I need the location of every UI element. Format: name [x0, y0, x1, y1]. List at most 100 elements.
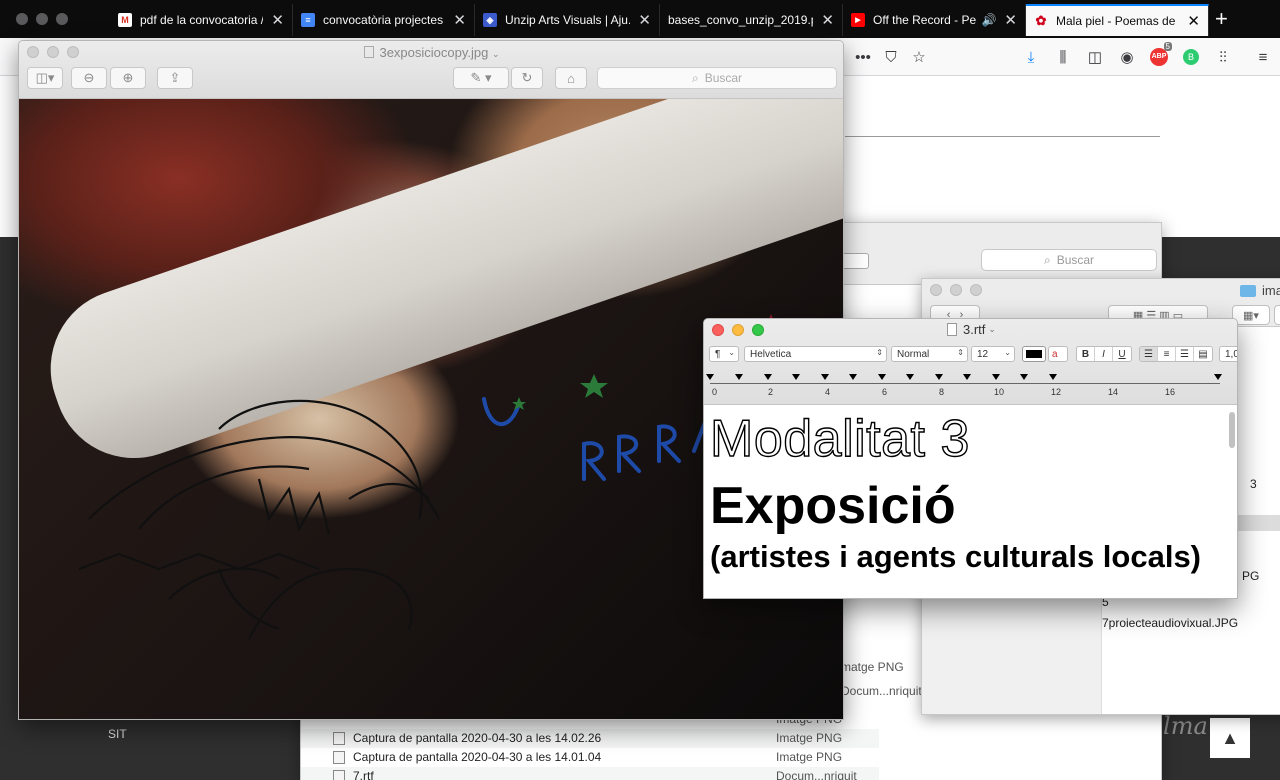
action-button[interactable]: ⚙ [1274, 305, 1280, 325]
close-tab-icon[interactable]: ✕ [271, 11, 284, 29]
page-divider [845, 136, 1160, 137]
file-name[interactable]: 3 [1250, 477, 1257, 491]
preview-title: 3exposiciocopy.jpg ⌄ [19, 45, 843, 60]
align-right-icon[interactable]: ☰ [1176, 347, 1194, 361]
close-tab-icon[interactable]: ✕ [638, 11, 651, 29]
speaker-icon[interactable]: 🔊 [981, 13, 996, 27]
preview-filename: 3exposiciocopy.jpg [379, 45, 489, 60]
tab-stop-marker[interactable] [706, 374, 714, 380]
tab-stop-marker[interactable] [821, 374, 829, 380]
file-kind: Imatge PNG [776, 731, 843, 745]
bookmark-star-icon[interactable]: ☆ [908, 46, 930, 68]
sidebar-icon[interactable]: ◫ [1084, 46, 1106, 68]
file-row[interactable]: 7.rtf Docum...nriquit [301, 767, 879, 780]
preview-search-field[interactable]: ⌕ Buscar [597, 67, 837, 89]
tab-unzip[interactable]: ◈ Unzip Arts Visuals | Aju... ✕ [475, 4, 660, 36]
tab-bases-pdf[interactable]: bases_convo_unzip_2019.pd... ✕ [660, 4, 843, 36]
minimize-window-button[interactable] [36, 13, 48, 25]
preview-titlebar: 3exposiciocopy.jpg ⌄ ◫▾ ⊖ ⊕ ⇪ ✎ ▾ ↻ ⌂ ⌕ … [19, 41, 843, 99]
highlight-color-button[interactable]: a [1048, 346, 1068, 362]
close-tab-icon[interactable]: ✕ [821, 11, 834, 29]
tab-gmail[interactable]: M pdf de la convocatoria / ... ✕ [110, 4, 293, 36]
close-window-button[interactable] [16, 13, 28, 25]
scroll-to-top-button[interactable]: ▲ [1210, 718, 1250, 758]
tab-stop-marker[interactable] [935, 374, 943, 380]
file-name: 7.rtf [353, 769, 374, 780]
zoom-window-button[interactable] [56, 13, 68, 25]
tab-stop-marker[interactable] [764, 374, 772, 380]
tab-title: Unzip Arts Visuals | Aju... [505, 13, 631, 27]
downloads-icon[interactable]: ⤓ [1020, 46, 1042, 68]
document-heading-outline: Modalitat 3 [709, 409, 970, 468]
document-file-icon [333, 770, 345, 780]
tab-youtube[interactable]: ▶ Off the Record - Pe... 🔊 ✕ [843, 4, 1026, 36]
textedit-title: 3.rtf ⌄ [704, 322, 1237, 337]
file-name[interactable]: 7proiecteaudiovixual.JPG [1102, 616, 1238, 630]
file-name[interactable]: PG [1242, 569, 1259, 583]
tab-stop-marker[interactable] [963, 374, 971, 380]
ruler[interactable]: 0 2 4 6 8 10 12 14 16 [704, 369, 1237, 403]
extensions-toolbar-icon[interactable]: ⫶⫶ [1212, 46, 1234, 68]
text-color-swatch[interactable] [1022, 346, 1046, 362]
right-margin-marker[interactable] [1214, 374, 1222, 380]
hamburger-menu-icon[interactable]: ≡ [1252, 46, 1274, 68]
paragraph-style-value: ¶ [715, 348, 721, 360]
rotate-button[interactable]: ↻ [511, 67, 543, 89]
account-icon[interactable]: ◉ [1116, 46, 1138, 68]
tab-title: convocatòria projectes ... [323, 13, 446, 27]
font-size-field[interactable]: 12 ⌄ [971, 346, 1015, 362]
more-actions-icon[interactable]: ••• [852, 46, 874, 68]
justify-icon[interactable]: ▤ [1194, 347, 1212, 361]
zoom-out-button[interactable]: ⊖ [71, 67, 107, 89]
tab-mala-piel[interactable]: ✿ Mala piel - Poemas de C... ✕ [1026, 4, 1209, 36]
adblock-icon[interactable]: ABP 5 [1148, 42, 1172, 68]
zoom-in-button[interactable]: ⊕ [110, 67, 146, 89]
new-tab-button[interactable]: + [1215, 6, 1228, 32]
paragraph-style-select[interactable]: ¶ ⌄ [709, 346, 739, 362]
document-name: 3.rtf [963, 322, 986, 337]
tab-docs[interactable]: ≡ convocatòria projectes ... ✕ [293, 4, 475, 36]
font-family-select[interactable]: Helvetica ⇕ [744, 346, 887, 362]
file-row[interactable]: Captura de pantalla 2020-04-30 a les 14.… [301, 748, 879, 767]
markup-pen-button[interactable]: ✎ ▾ [453, 67, 509, 89]
tab-stop-marker[interactable] [735, 374, 743, 380]
ruler-label: 2 [768, 387, 774, 397]
chevron-down-icon: ⌄ [728, 348, 735, 357]
finder-back-search-field[interactable]: ⌕ Buscar [981, 249, 1157, 271]
zoom-window-button[interactable] [970, 284, 982, 296]
tab-stop-marker[interactable] [992, 374, 1000, 380]
file-name: Captura de pantalla 2020-04-30 a les 14.… [353, 731, 602, 745]
font-style-select[interactable]: Normal ⇕ [891, 346, 968, 362]
extension-icon[interactable]: B [1180, 46, 1202, 68]
align-left-icon[interactable]: ☰ [1140, 347, 1158, 361]
tab-stop-marker[interactable] [792, 374, 800, 380]
tab-stop-marker[interactable] [849, 374, 857, 380]
chevron-down-icon[interactable]: ⌄ [492, 49, 500, 59]
line-spacing-select[interactable]: 1,0 [1219, 346, 1237, 362]
document-text-area[interactable]: Modalitat 3 Exposició (artistes i agents… [704, 406, 1226, 598]
tab-stop-marker[interactable] [1020, 374, 1028, 380]
tag-icon[interactable] [841, 253, 869, 269]
minimize-window-button[interactable] [950, 284, 962, 296]
close-window-button[interactable] [930, 284, 942, 296]
align-center-icon[interactable]: ≡ [1158, 347, 1176, 361]
tab-stop-marker[interactable] [878, 374, 886, 380]
chevron-down-icon[interactable]: ⌄ [988, 324, 996, 335]
file-row[interactable]: Captura de pantalla 2020-04-30 a les 14.… [301, 729, 879, 748]
pocket-icon[interactable]: ⛉ [880, 46, 902, 68]
share-button[interactable]: ⇪ [157, 67, 193, 89]
sidebar-toggle-button[interactable]: ◫▾ [27, 67, 63, 89]
ruler-label: 0 [712, 387, 718, 397]
library-icon[interactable]: ⫼ [1052, 46, 1074, 68]
close-tab-icon[interactable]: ✕ [1004, 11, 1017, 29]
italic-button[interactable]: I [1095, 347, 1113, 361]
close-tab-icon[interactable]: ✕ [1187, 12, 1200, 30]
bold-button[interactable]: B [1077, 347, 1095, 361]
vertical-scrollbar[interactable] [1229, 412, 1235, 448]
underline-button[interactable]: U [1113, 347, 1131, 361]
tab-stop-marker[interactable] [1049, 374, 1057, 380]
textedit-titlebar: 3.rtf ⌄ ¶ ⌄ Helvetica ⇕ Normal ⇕ 12 ⌄ a B I … [704, 319, 1237, 405]
toolbox-button[interactable]: ⌂ [555, 67, 587, 89]
close-tab-icon[interactable]: ✕ [453, 11, 466, 29]
tab-stop-marker[interactable] [906, 374, 914, 380]
